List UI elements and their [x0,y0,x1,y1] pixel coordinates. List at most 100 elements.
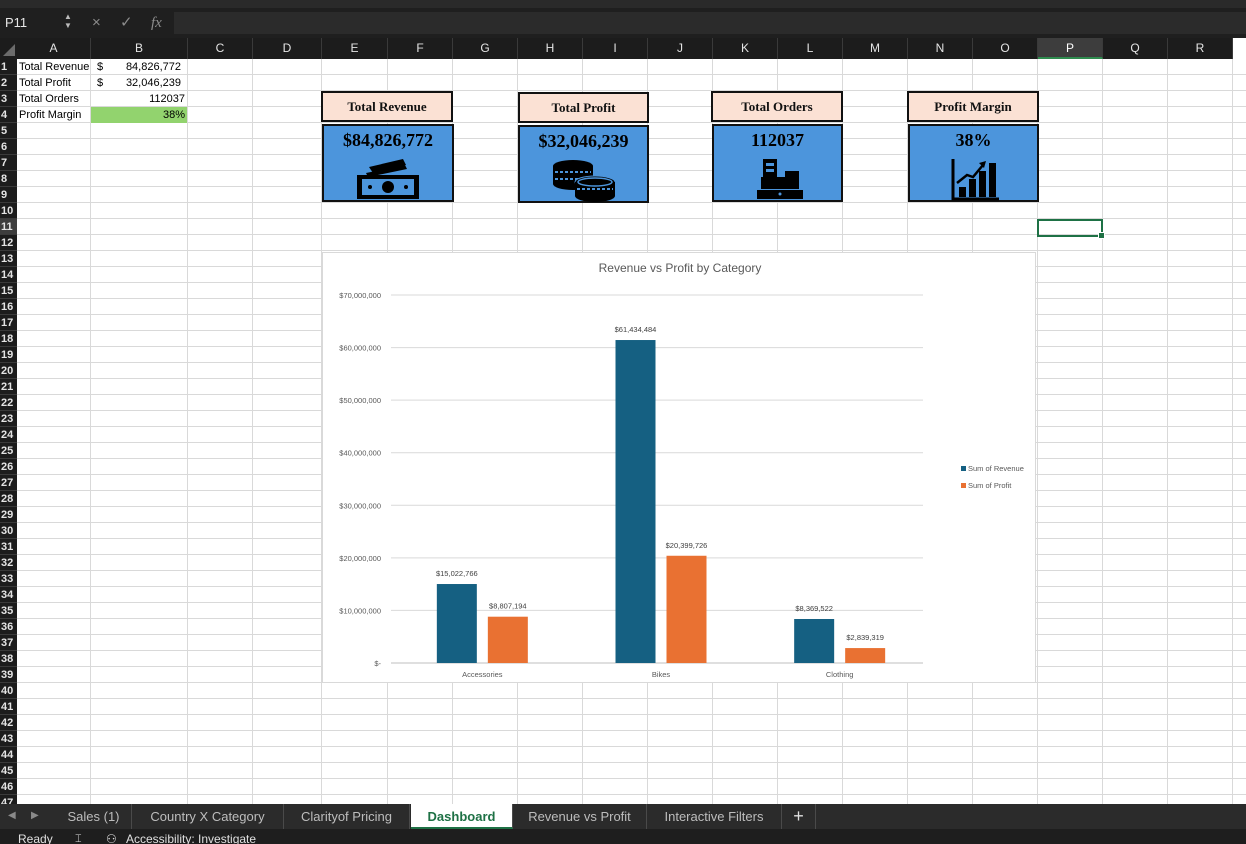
x-tick-label: Accessories [462,670,503,679]
column-header[interactable]: B [91,38,188,59]
column-header[interactable]: D [253,38,322,59]
summary-label[interactable]: Total Orders [17,91,91,107]
row-header[interactable]: 42 [0,715,17,731]
row-header[interactable]: 24 [0,427,17,443]
row-header[interactable]: 23 [0,411,17,427]
tab-country-x-category[interactable]: Country X Category [132,804,284,829]
column-header[interactable]: H [518,38,583,59]
row-header[interactable]: 20 [0,363,17,379]
column-header[interactable]: P [1038,38,1103,59]
y-tick-label: $40,000,000 [339,449,381,458]
column-header[interactable]: J [648,38,713,59]
row-header[interactable]: 40 [0,683,17,699]
row-header[interactable]: 38 [0,651,17,667]
tab-dashboard[interactable]: Dashboard [411,804,513,829]
row-header[interactable]: 4 [0,107,17,123]
column-header[interactable]: E [322,38,388,59]
row-header[interactable]: 16 [0,299,17,315]
summary-value[interactable]: 112037 [91,91,187,107]
row-header[interactable]: 13 [0,251,17,267]
accessibility-icon[interactable]: ⚇ [106,832,117,844]
summary-value[interactable]: 32,046,239 [113,75,183,91]
revenue-profit-chart[interactable]: Revenue vs Profit by Category $- $10,000,… [322,252,1036,683]
row-header[interactable]: 43 [0,731,17,747]
prev-sheet-icon[interactable]: ◀ [8,808,16,824]
row-header[interactable]: 32 [0,555,17,571]
row-header[interactable]: 44 [0,747,17,763]
select-all-corner[interactable] [0,38,17,59]
row-header[interactable]: 25 [0,443,17,459]
row-header[interactable]: 3 [0,91,17,107]
row-header[interactable]: 19 [0,347,17,363]
row-header[interactable]: 36 [0,619,17,635]
insert-function-icon[interactable]: fx [151,12,162,34]
add-sheet-button[interactable]: + [782,804,816,829]
tab-revenue-vs-profit[interactable]: Revenue vs Profit [513,804,647,829]
row-header[interactable]: 8 [0,171,17,187]
accessibility-status[interactable]: Accessibility: Investigate [126,832,256,844]
row-header[interactable]: 5 [0,123,17,139]
summary-label[interactable]: Total Revenue [17,59,91,75]
summary-currency[interactable]: $ [95,59,115,75]
row-header[interactable]: 1 [0,59,17,75]
column-header[interactable]: G [453,38,518,59]
row-header[interactable]: 34 [0,587,17,603]
chart-canvas: Revenue vs Profit by Category $- $10,000,… [339,261,1024,679]
row-header[interactable]: 2 [0,75,17,91]
column-header[interactable]: F [388,38,453,59]
row-header[interactable]: 33 [0,571,17,587]
row-header[interactable]: 35 [0,603,17,619]
row-header[interactable]: 46 [0,779,17,795]
row-header[interactable]: 45 [0,763,17,779]
row-header[interactable]: 12 [0,235,17,251]
row-header[interactable]: 22 [0,395,17,411]
kpi-value: 112037 [750,130,804,150]
column-header[interactable]: K [713,38,778,59]
row-header[interactable]: 10 [0,203,17,219]
tab-interactive-filters[interactable]: Interactive Filters [647,804,782,829]
column-header[interactable]: R [1168,38,1233,59]
cell-mode-icon[interactable]: ⌶ [75,832,82,844]
row-header[interactable]: 7 [0,155,17,171]
summary-label[interactable]: Total Profit [17,75,91,91]
row-header[interactable]: 39 [0,667,17,683]
cancel-icon[interactable]: × [92,12,101,34]
summary-value[interactable]: 84,826,772 [113,59,183,75]
row-header[interactable]: 41 [0,699,17,715]
name-box-stepper-icon[interactable]: ▲ ▼ [64,12,72,30]
column-header[interactable]: M [843,38,908,59]
row-header[interactable]: 17 [0,315,17,331]
row-header[interactable]: 15 [0,283,17,299]
row-header[interactable]: 29 [0,507,17,523]
row-header[interactable]: 28 [0,491,17,507]
column-header[interactable]: I [583,38,648,59]
fill-handle[interactable] [1098,232,1105,239]
next-sheet-icon[interactable]: ▶ [31,808,39,824]
enter-icon[interactable]: ✓ [120,12,133,34]
row-header[interactable]: 27 [0,475,17,491]
row-header[interactable]: 47 [0,795,17,804]
column-header[interactable]: N [908,38,973,59]
column-header[interactable]: A [17,38,91,59]
row-header[interactable]: 30 [0,523,17,539]
row-header[interactable]: 6 [0,139,17,155]
row-header[interactable]: 18 [0,331,17,347]
tab-sales-1[interactable]: Sales (1) [56,804,132,829]
active-cell[interactable] [1037,219,1105,239]
tab-clarity-of-pricing[interactable]: Clarityof Pricing [284,804,410,829]
row-header[interactable]: 9 [0,187,17,203]
column-header[interactable]: C [188,38,253,59]
summary-currency[interactable]: $ [95,75,115,91]
row-header[interactable]: 37 [0,635,17,651]
row-header[interactable]: 31 [0,539,17,555]
column-header[interactable]: O [973,38,1038,59]
summary-label[interactable]: Profit Margin [17,107,91,123]
row-header[interactable]: 21 [0,379,17,395]
formula-input[interactable] [174,12,1246,34]
profit-margin-cell[interactable]: 38% [91,107,187,123]
row-header[interactable]: 11 [0,219,17,235]
column-header[interactable]: Q [1103,38,1168,59]
column-header[interactable]: L [778,38,843,59]
row-header[interactable]: 14 [0,267,17,283]
row-header[interactable]: 26 [0,459,17,475]
